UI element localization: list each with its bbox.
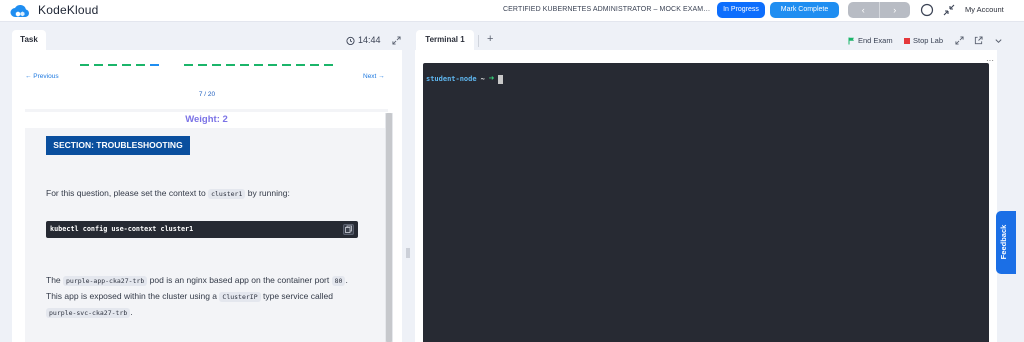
previous-question-button[interactable]: ‹	[848, 2, 880, 18]
question-content: Weight: 2 SECTION: TROUBLESHOOTING For t…	[25, 109, 388, 342]
clock-icon	[346, 36, 355, 45]
previous-link[interactable]: ← Previous	[25, 73, 59, 80]
top-bar: KodeKloud CERTIFIED KUBERNETES ADMINISTR…	[0, 0, 1024, 22]
add-terminal-button[interactable]: +	[487, 33, 493, 45]
tab-divider	[478, 35, 479, 47]
prompt-host: student-node	[426, 75, 477, 83]
question-counter: 7 / 20	[198, 91, 216, 98]
prompt-directory: ~	[480, 75, 485, 83]
dark-mode-icon[interactable]	[920, 3, 934, 17]
inline-code: 80	[331, 276, 346, 286]
question-progress-remaining	[184, 64, 338, 66]
prompt-arrow-icon: ➜	[488, 74, 495, 84]
end-exam-button[interactable]: End Exam	[848, 36, 893, 45]
stop-lab-label: Stop Lab	[913, 36, 944, 45]
inline-code: cluster1	[208, 189, 246, 199]
feedback-button[interactable]: Feedback	[996, 211, 1016, 274]
exam-title: CERTIFIED KUBERNETES ADMINISTRATOR – MOC…	[503, 6, 711, 13]
flag-icon	[848, 37, 854, 44]
description-text: .	[130, 307, 133, 317]
terminal-prompt: student-node ~ ➜	[426, 74, 504, 84]
in-progress-button[interactable]: In Progress	[717, 2, 765, 18]
question-nav: ‹ ›	[848, 2, 910, 18]
kodekloud-logo-icon[interactable]	[10, 2, 30, 20]
expand-icon[interactable]	[392, 36, 401, 45]
inline-code: ClusterIP	[219, 292, 261, 302]
tab-dropdown-icon[interactable]	[994, 36, 1003, 45]
command-block: kubectl config use-context cluster1	[46, 221, 358, 238]
description-text: pod is an nginx based app on the contain…	[147, 275, 332, 285]
next-link[interactable]: Next →	[363, 73, 385, 80]
description-text: The	[46, 275, 64, 285]
brand-name: KodeKloud	[38, 3, 99, 17]
panel-resize-handle-icon[interactable]	[406, 248, 410, 258]
next-question-button[interactable]: ›	[880, 2, 911, 18]
instruction-text: For this question, please set the contex…	[46, 188, 209, 198]
section-heading: SECTION: TROUBLESHOOTING	[46, 136, 190, 155]
open-external-icon[interactable]	[974, 36, 983, 45]
command-text[interactable]: kubectl config use-context cluster1	[50, 225, 193, 233]
inline-code: purple-app-cka27-trb	[63, 276, 148, 286]
scrollbar-thumb[interactable]	[386, 113, 392, 342]
tab-task[interactable]: Task	[12, 30, 46, 50]
description-text: type service called	[260, 291, 333, 301]
feedback-label: Feedback	[999, 224, 1008, 260]
question-progress-current	[150, 64, 164, 66]
timer-value: 14:44	[358, 35, 381, 45]
inline-code: purple-svc-cka27-trb	[46, 308, 131, 318]
stop-lab-button[interactable]: Stop Lab	[904, 36, 943, 45]
exam-timer: 14:44	[346, 35, 381, 45]
instruction-text: by running:	[245, 188, 290, 198]
terminal-cursor	[498, 74, 504, 84]
my-account-link[interactable]: My Account	[965, 5, 1004, 14]
question-weight: Weight: 2	[25, 112, 388, 128]
terminal-panel: student-node ~ ➜ ···	[415, 50, 997, 342]
collapse-icon[interactable]	[942, 3, 956, 17]
copy-icon[interactable]	[343, 224, 354, 235]
end-exam-label: End Exam	[858, 36, 893, 45]
stop-icon	[904, 37, 910, 44]
tab-terminal-1[interactable]: Terminal 1	[416, 30, 474, 50]
mark-complete-button[interactable]: Mark Complete	[770, 2, 839, 18]
terminal-screen[interactable]: student-node ~ ➜	[423, 63, 989, 342]
task-panel: ← Previous Next → 7 / 20 Weight: 2 SECTI…	[12, 50, 402, 342]
task-description: The purple-app-cka27-trb pod is an nginx…	[46, 273, 362, 321]
more-options-icon[interactable]: ···	[986, 56, 994, 65]
context-instruction: For this question, please set the contex…	[46, 186, 362, 201]
fullscreen-icon[interactable]	[955, 36, 964, 45]
task-scrollbar[interactable]	[385, 113, 393, 342]
